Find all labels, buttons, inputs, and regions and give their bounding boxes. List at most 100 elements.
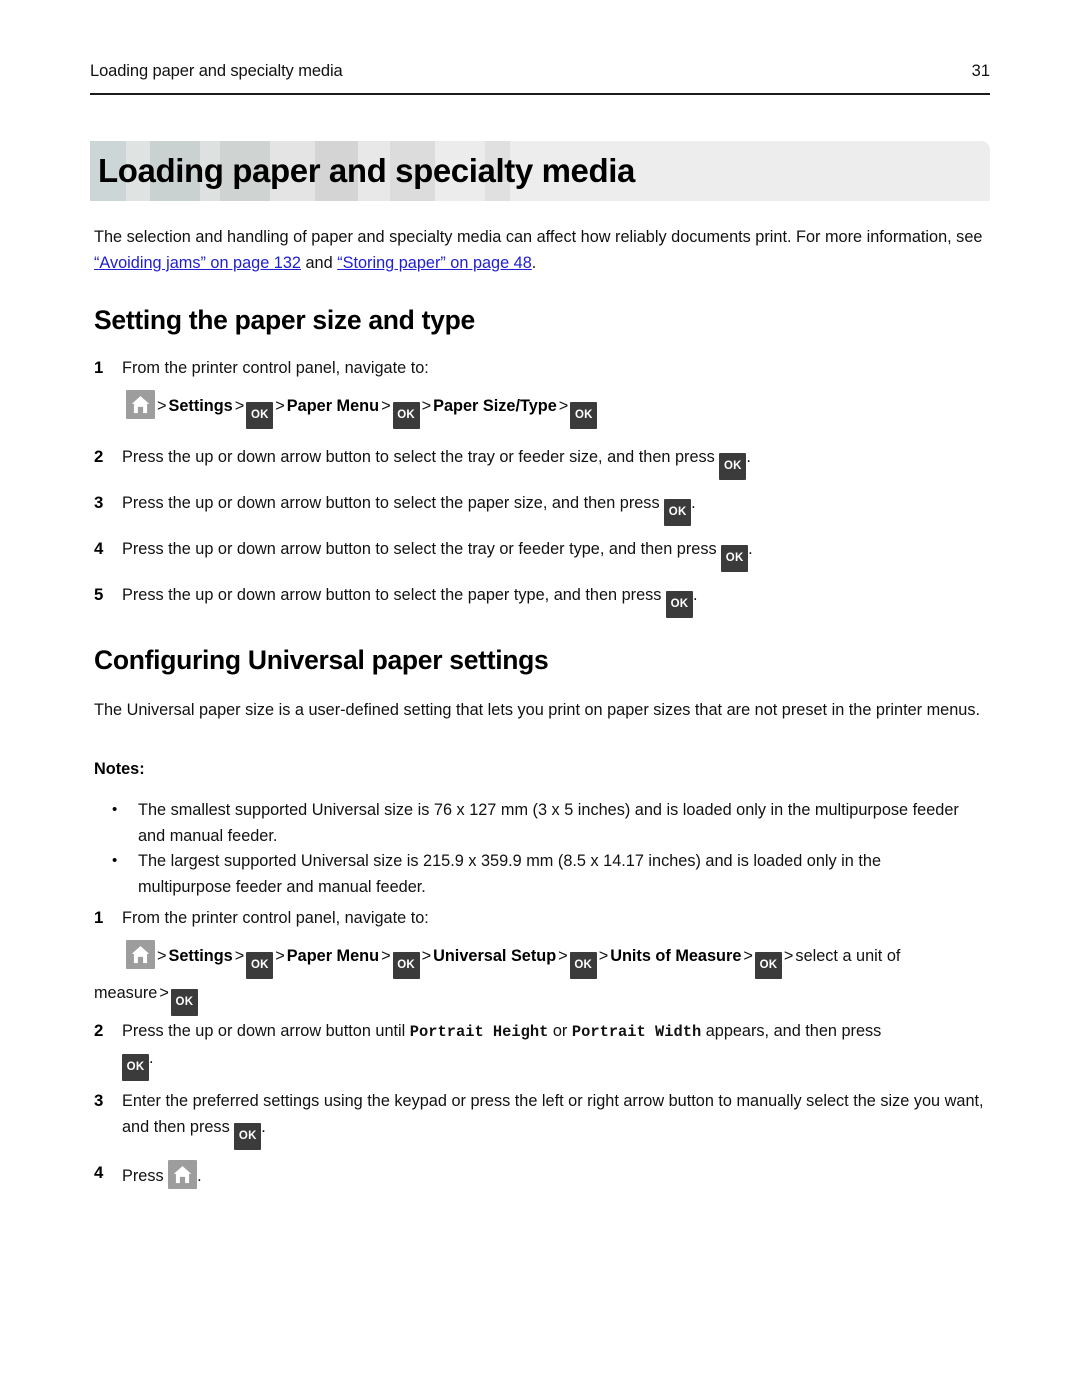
ok-key-icon[interactable]: OK [569, 952, 597, 979]
s2-sep-3: > [275, 947, 285, 965]
s2-step-3-text-after: . [261, 1118, 266, 1136]
home-icon[interactable] [168, 1160, 198, 1189]
s2-step-2-text-mid: or [548, 1022, 572, 1040]
intro-text-1: The selection and handling of paper and … [94, 228, 983, 246]
home-icon[interactable] [126, 390, 155, 419]
ok-key-icon[interactable]: OK [234, 1123, 262, 1150]
s2-step-2-text-end: . [149, 1049, 154, 1067]
note-bullet-2: • The largest supported Universal size i… [112, 848, 972, 900]
s2-step-3: 3 Enter the preferred settings using the… [94, 1088, 994, 1150]
ok-key-icon[interactable]: OK [719, 453, 747, 480]
s2-step-4-text-before: Press [122, 1167, 169, 1185]
s1-step-1: 1 From the printer control panel, naviga… [94, 355, 984, 381]
bullet-icon: • [112, 801, 118, 818]
home-icon[interactable] [126, 940, 155, 969]
s1-sep-4: > [381, 397, 391, 415]
note-bullet-2-text: The largest supported Universal size is … [138, 852, 882, 896]
s1-step-2-text-before: Press the up or down arrow button to sel… [122, 448, 720, 466]
ok-key-icon[interactable]: OK [246, 952, 274, 979]
s1-step-2-number: 2 [94, 447, 104, 466]
s2-step-2: 2 Press the up or down arrow button unti… [94, 1018, 994, 1081]
ok-key-icon[interactable]: OK [754, 952, 782, 979]
s1-step-5-text-after: . [692, 586, 698, 604]
s2-step-4: 4 Press . [94, 1160, 994, 1189]
s2-nav-item-units-of-measure[interactable]: Units of Measure [610, 947, 741, 965]
chapter-banner: Loading paper and specialty media [90, 141, 990, 201]
ok-key-icon[interactable]: OK [570, 402, 598, 429]
s1-step-2-text-after: . [746, 448, 751, 466]
s1-sep-1: > [157, 397, 167, 415]
s2-step-4-text-after: . [197, 1167, 202, 1185]
s2-nav-item-universal-setup[interactable]: Universal Setup [433, 947, 556, 965]
ok-key-icon[interactable]: OK [170, 989, 198, 1016]
s2-sep-7: > [598, 947, 609, 965]
s1-sep-5: > [421, 397, 432, 415]
s2-sep-6: > [558, 947, 568, 965]
s2-step-1: 1 From the printer control panel, naviga… [94, 905, 984, 931]
s1-sep-3: > [275, 397, 285, 415]
s2-sep-5: > [421, 947, 432, 965]
s2-sep-10: > [159, 984, 169, 1002]
running-header-title: Loading paper and specialty media [90, 62, 343, 80]
ok-key-icon[interactable]: OK [665, 591, 693, 618]
intro-text-3: . [531, 254, 537, 272]
link-avoiding-jams[interactable]: “Avoiding jams” on page 132 [94, 254, 301, 272]
s1-step-4-text-after: . [748, 540, 753, 558]
s2-nav-tail-line1: select a unit of [795, 947, 901, 965]
s2-step-2-text-after: appears, and then press [701, 1022, 882, 1040]
page-number: 31 [971, 62, 990, 80]
s2-step-1-number: 1 [94, 908, 104, 927]
s2-step-2-mono-portrait-height: Portrait Height [409, 1023, 549, 1041]
s2-step-2-mono-portrait-width: Portrait Width [571, 1023, 702, 1041]
s1-step-4-text: Press the up or down arrow button to sel… [122, 536, 994, 572]
s2-sep-9: > [783, 947, 794, 965]
s1-step-2-text: Press the up or down arrow button to sel… [122, 444, 994, 480]
running-header: Loading paper and specialty media 31 [90, 62, 990, 81]
s1-sep-2: > [234, 397, 245, 415]
s2-navigation-path-line2: measure > OK [94, 978, 198, 1016]
section2-intro-paragraph: The Universal paper size is a user-defin… [94, 701, 980, 719]
s1-step-4-number: 4 [94, 539, 104, 558]
s2-sep-4: > [381, 947, 391, 965]
s2-sep-1: > [157, 947, 167, 965]
ok-key-icon[interactable]: OK [721, 545, 749, 572]
note-bullet-1: • The smallest supported Universal size … [112, 797, 972, 849]
s1-step-4: 4 Press the up or down arrow button to s… [94, 536, 994, 572]
note-bullet-1-text: The smallest supported Universal size is… [138, 801, 959, 845]
header-divider [90, 93, 990, 96]
s1-step-5-text-before: Press the up or down arrow button to sel… [122, 586, 666, 604]
s2-step-3-number: 3 [94, 1091, 104, 1110]
s1-step-3-number: 3 [94, 493, 104, 512]
s1-step-3-text-after: . [691, 494, 696, 512]
link-storing-paper[interactable]: “Storing paper” on page 48 [337, 254, 532, 272]
ok-key-icon[interactable]: OK [246, 402, 274, 429]
s2-step-2-number: 2 [94, 1021, 104, 1040]
s1-step-3: 3 Press the up or down arrow button to s… [94, 490, 994, 526]
s2-step-2-text-before: Press the up or down arrow button until [122, 1022, 410, 1040]
notes-label: Notes: [94, 760, 145, 778]
ok-key-icon[interactable]: OK [664, 499, 692, 526]
s2-sep-8: > [743, 947, 753, 965]
s1-step-3-text-before: Press the up or down arrow button to sel… [122, 494, 665, 512]
section-heading-setting-paper-size: Setting the paper size and type [94, 305, 475, 335]
s1-step-2: 2 Press the up or down arrow button to s… [94, 444, 994, 480]
s2-nav-tail-line2: measure [94, 984, 158, 1002]
intro-paragraph: The selection and handling of paper and … [94, 224, 994, 276]
s2-step-1-text: From the printer control panel, navigate… [122, 909, 429, 927]
s1-step-4-text-before: Press the up or down arrow button to sel… [122, 540, 722, 558]
s1-step-3-text: Press the up or down arrow button to sel… [122, 490, 994, 526]
s1-nav-item-paper-size-type[interactable]: Paper Size/Type [433, 397, 557, 415]
ok-key-icon[interactable]: OK [392, 402, 420, 429]
s2-nav-item-paper-menu[interactable]: Paper Menu [287, 947, 379, 965]
ok-key-icon[interactable]: OK [392, 952, 420, 979]
s1-nav-item-paper-menu[interactable]: Paper Menu [287, 397, 379, 415]
s1-navigation-path: > Settings > OK > Paper Menu > OK > Paper Size/Ty… [126, 390, 598, 429]
s1-step-1-number: 1 [94, 358, 104, 377]
s2-step-4-text: Press . [122, 1160, 994, 1189]
s1-nav-item-settings[interactable]: Settings [169, 397, 233, 415]
ok-key-icon[interactable]: OK [122, 1054, 149, 1081]
intro-text-2: and [300, 254, 338, 272]
chapter-title: Loading paper and specialty media [98, 152, 635, 189]
s2-nav-item-settings[interactable]: Settings [169, 947, 233, 965]
s1-step-5-number: 5 [94, 585, 104, 604]
